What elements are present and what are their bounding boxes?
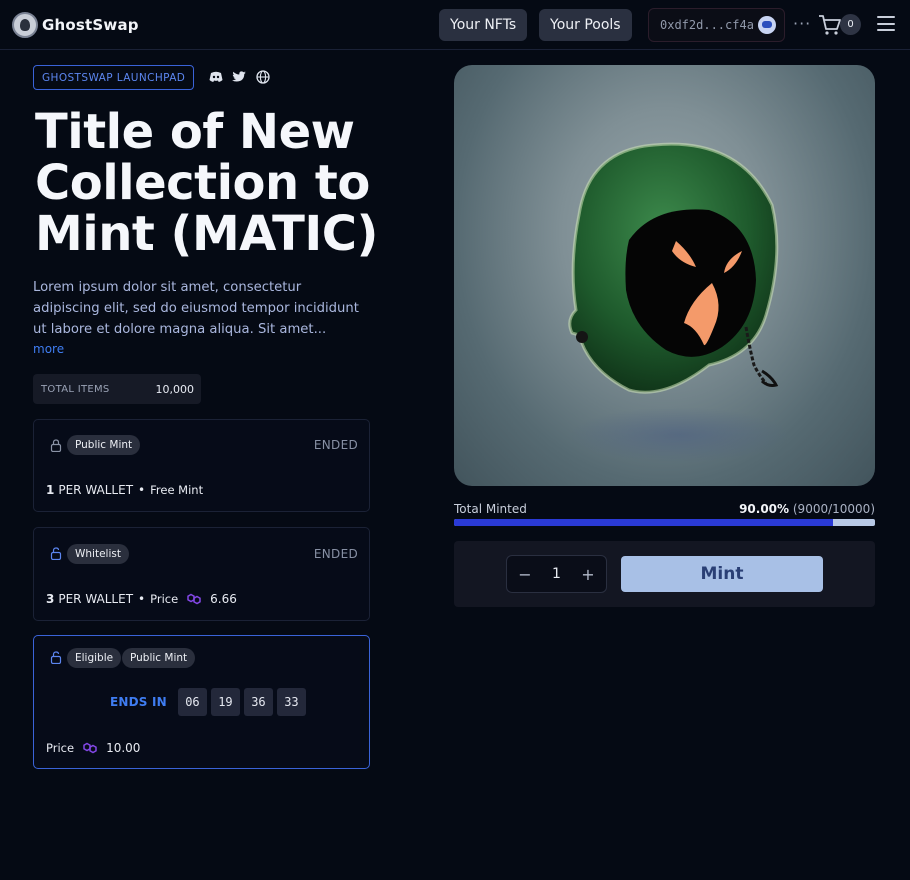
your-nfts-button[interactable]: Your NFTs	[439, 9, 528, 41]
increment-button[interactable]: +	[580, 565, 596, 584]
phase-per-wallet: PER WALLET	[58, 592, 134, 606]
collection-description: Lorem ipsum dolor sit amet, consectetur …	[33, 280, 359, 337]
phase-per-wallet: PER WALLET	[58, 483, 134, 497]
quantity-stepper[interactable]: − 1 +	[506, 555, 607, 593]
minted-percent: 90.00%	[739, 502, 790, 516]
cart-count-badge: 0	[840, 14, 861, 35]
wallet-avatar-icon	[758, 16, 776, 34]
twitter-icon[interactable]	[231, 69, 247, 85]
phase-card-public-mint[interactable]: Public Mint ENDED 1 PER WALLET • Free Mi…	[33, 419, 370, 512]
ghost-logo-icon	[12, 12, 38, 38]
wallet-button[interactable]: 0xdf2d...cf4a	[648, 8, 785, 42]
hamburger-menu-icon[interactable]	[877, 16, 895, 31]
collection-title: Title of New Collection to Mint (MATIC)	[35, 104, 378, 262]
phase-details: 1 PER WALLET • Free Mint	[46, 483, 203, 497]
your-pools-button[interactable]: Your Pools	[539, 9, 632, 41]
phase-quantity: 1	[46, 483, 55, 497]
hooded-ghost-artwork	[568, 142, 789, 463]
countdown-hours: 19	[210, 688, 240, 716]
countdown: ENDS IN 06 19 36 33	[110, 688, 306, 716]
matic-icon	[187, 593, 201, 605]
total-items-label: TOTAL ITEMS	[41, 383, 110, 395]
more-link[interactable]: more	[33, 342, 64, 356]
phase-status: ENDED	[313, 547, 358, 561]
logo[interactable]: GhostSwap	[12, 12, 139, 38]
launchpad-badge[interactable]: GHOSTSWAP LAUNCHPAD	[33, 65, 195, 90]
unlock-icon	[50, 547, 62, 560]
phase-details: Price 10.00	[46, 741, 140, 755]
phase-price-value: 6.66	[210, 592, 237, 606]
ends-in-label: ENDS IN	[110, 695, 167, 709]
total-minted-value: 90.00% (9000/10000)	[739, 502, 875, 516]
countdown-seconds: 33	[276, 688, 306, 716]
collection-artwork	[454, 65, 875, 486]
wallet-address: 0xdf2d...cf4a	[660, 18, 754, 32]
phase-status: ENDED	[313, 438, 358, 452]
unlock-icon	[50, 651, 62, 664]
lock-icon	[50, 439, 62, 452]
phase-pill: Whitelist	[67, 544, 129, 564]
phase-pill: Public Mint	[122, 648, 196, 668]
quantity-value[interactable]: 1	[552, 566, 561, 582]
top-nav: GhostSwap Your NFTs Your Pools 0xdf2d...…	[0, 0, 910, 50]
mint-progress-fill	[454, 519, 833, 526]
globe-icon[interactable]	[255, 69, 271, 85]
phase-price-value: 10.00	[106, 741, 141, 755]
matic-icon	[83, 742, 97, 754]
discord-icon[interactable]	[208, 69, 224, 85]
phase-separator: •	[138, 483, 146, 497]
phase-price-text: Free Mint	[150, 483, 204, 497]
mint-panel: − 1 + Mint	[454, 541, 875, 607]
phase-details: 3 PER WALLET • Price 6.66	[46, 592, 237, 606]
logo-text: GhostSwap	[42, 16, 139, 34]
total-items-value: 10,000	[155, 382, 195, 396]
mint-progress-bar	[454, 519, 875, 526]
phase-quantity: 3	[46, 592, 55, 606]
countdown-minutes: 36	[243, 688, 273, 716]
countdown-days: 06	[177, 688, 207, 716]
phase-price-label: Price	[46, 741, 75, 755]
phase-price-label: Price	[150, 592, 179, 606]
eligible-pill: Eligible	[67, 648, 122, 668]
mint-button[interactable]: Mint	[621, 556, 823, 592]
total-items-stat: TOTAL ITEMS 10,000	[33, 374, 201, 404]
phase-pill: Public Mint	[67, 435, 141, 455]
more-menu-icon[interactable]: ···	[793, 14, 811, 33]
total-minted-label: Total Minted	[454, 502, 527, 516]
minted-count: (9000/10000)	[792, 502, 875, 516]
cart-icon[interactable]	[818, 14, 842, 36]
phase-card-whitelist[interactable]: Whitelist ENDED 3 PER WALLET • Price 6.6…	[33, 527, 370, 621]
phase-separator: •	[138, 592, 146, 606]
phase-card-active[interactable]: Eligible Public Mint ENDS IN 06 19 36 33…	[33, 635, 370, 769]
decrement-button[interactable]: −	[517, 565, 533, 584]
